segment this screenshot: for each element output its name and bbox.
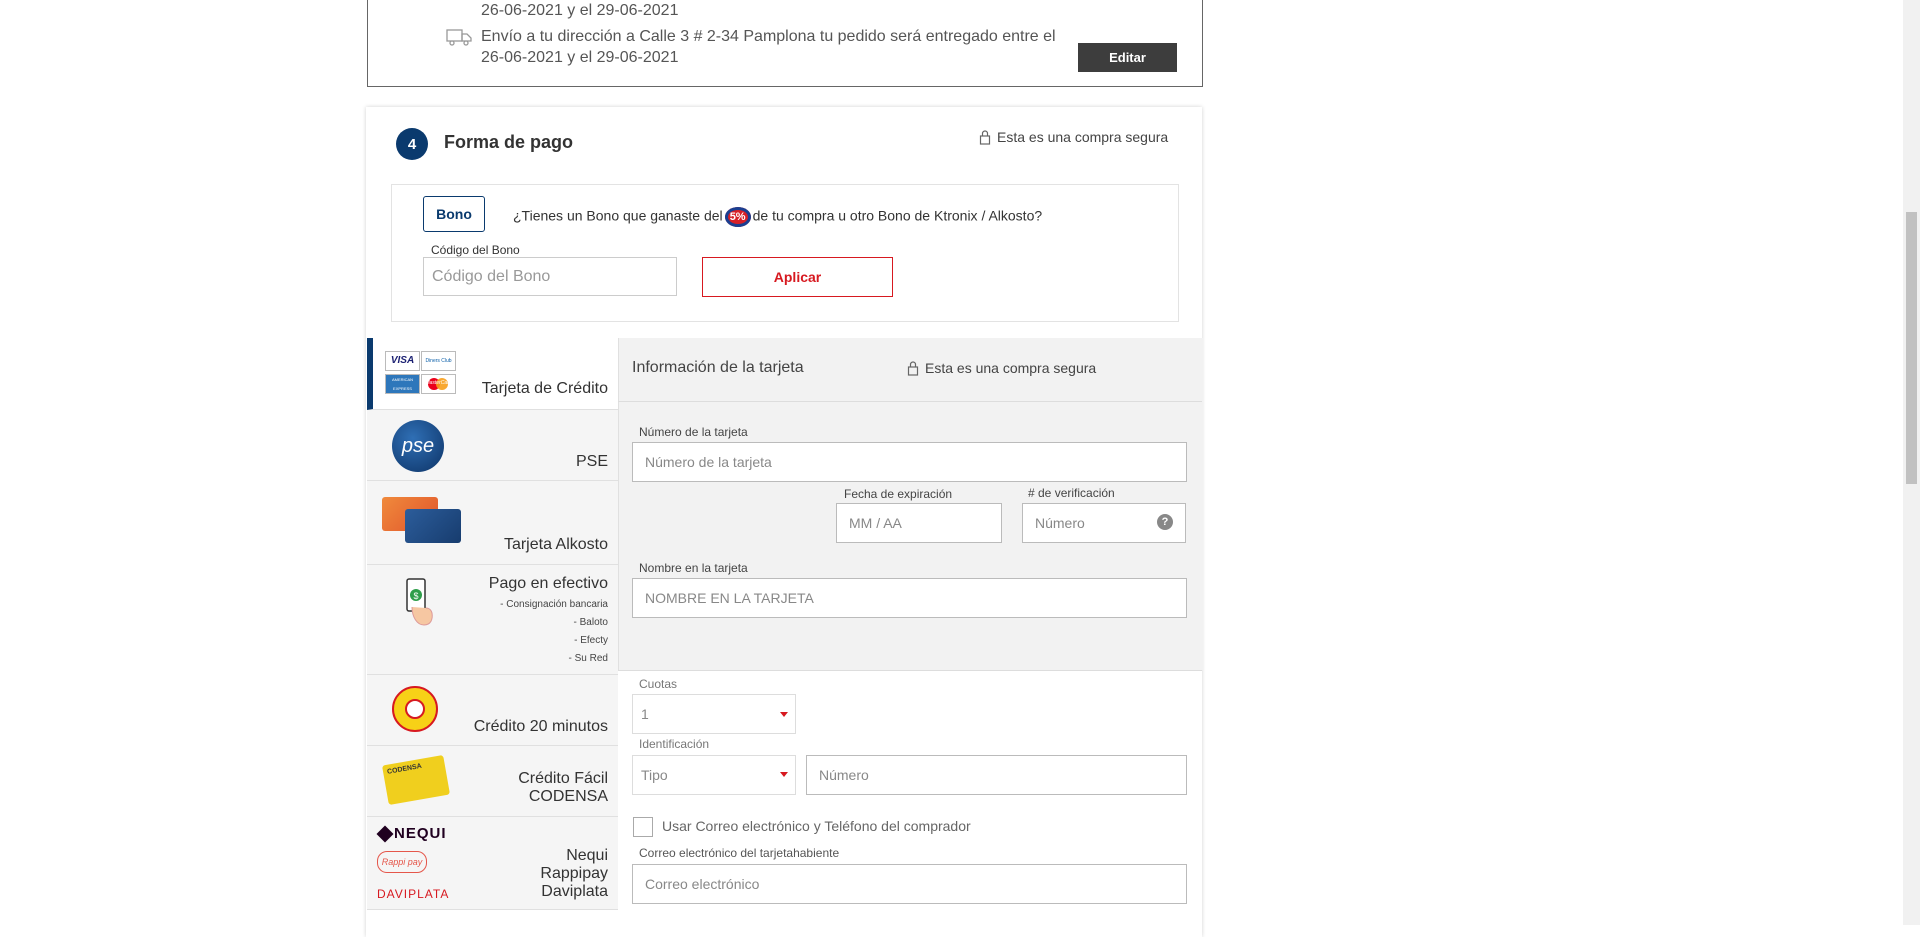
card-info-title: Información de la tarjeta [632,359,804,376]
method-cash-label: Pago en efectivo [488,575,608,592]
rappipay-logo: Rappi pay [377,851,427,873]
card-secure-label: Esta es una compra segura [925,360,1097,376]
chevron-down-icon [780,772,788,777]
cuotas-label: Cuotas [639,677,678,691]
cvv-help-icon[interactable]: ? [1157,514,1173,530]
shipping-date-text: 26-06-2021 y el 29-06-2021 [481,2,679,19]
cash-option-baloto: - Baloto [573,617,608,628]
five-percent-logo: 5% [724,207,751,227]
secure-purchase-label: Esta es una compra segura [997,129,1169,145]
method-cash[interactable]: $ Pago en efectivo - Consignación bancar… [367,565,618,675]
bono-question-a: ¿Tienes un Bono que ganaste del [513,207,723,224]
method-codensa-label-1: Crédito Fácil [518,770,608,787]
expiry-input[interactable] [836,503,1002,543]
card-secure-note: Esta es una compra segura [907,360,1096,376]
method-pse-label: PSE [575,453,608,470]
bono-code-label: Código del Bono [431,243,520,257]
cash-hand-icon: $ [406,578,433,626]
shipping-address-text: Envío a tu dirección a Calle 3 # 2-34 Pa… [481,28,1056,45]
method-credit-card-label: Tarjeta de Crédito [481,380,608,397]
card-number-label: Número de la tarjeta [639,425,748,439]
cash-option-bank: - Consignación bancaria [500,599,608,610]
edit-shipping-button[interactable]: Editar [1078,43,1177,72]
bono-question-b: de tu compra u otro Bono de Ktronix / Al… [752,207,1043,224]
use-buyer-info-checkbox[interactable] [633,817,653,837]
method-credit-card[interactable]: VISA Diners Club AMERICAN EXPRESS Master… [367,338,618,410]
codensa-card-logo: CODENSA [381,754,451,806]
card-name-input[interactable] [632,578,1187,618]
method-nequi-label: Nequi [566,847,608,864]
method-credit-20-min[interactable]: Crédito 20 minutos [367,675,618,746]
step-number-badge: 4 [396,128,428,160]
method-rappipay-label: Rappipay [540,865,608,882]
method-daviplata-label: Daviplata [541,883,608,900]
cuotas-value: 1 [641,706,649,722]
cash-option-efecty: - Efecty [574,635,608,646]
method-codensa[interactable]: CODENSA Crédito Fácil CODENSA [367,746,618,817]
expiry-label: Fecha de expiración [844,487,953,501]
credit-20-min-logo [392,686,438,732]
bono-button[interactable]: Bono [423,196,485,232]
card-name-label: Nombre en la tarjeta [639,561,748,575]
cvv-label: # de verificación [1028,486,1115,500]
nequi-logo: NEQUI [376,825,447,842]
payment-title: Forma de pago [444,132,574,152]
method-pse[interactable]: pse PSE [367,410,618,481]
shipping-date-text-2: 26-06-2021 y el 29-06-2021 [481,49,679,66]
lock-icon [907,361,919,376]
svg-text:$: $ [413,591,418,601]
panel-divider [618,670,1202,671]
bono-code-input[interactable] [423,257,677,296]
bono-question: ¿Tienes un Bono que ganaste del 5% de tu c… [513,207,1042,227]
chevron-down-icon [780,712,788,717]
id-number-input[interactable] [806,755,1187,795]
cash-option-sured: - Su Red [568,653,608,664]
daviplata-logo: DAVIPLATA [377,887,450,901]
id-type-select[interactable]: Tipo [632,755,796,795]
method-wallets[interactable]: NEQUI Rappi pay DAVIPLATA Nequi Rappipay… [367,817,618,910]
cuotas-select[interactable]: 1 [632,694,796,734]
diners-logo: Diners Club [421,351,456,371]
scrollbar-thumb[interactable] [1906,212,1917,484]
email-input[interactable] [632,864,1187,904]
truck-icon [446,29,472,46]
id-label: Identificación [639,737,710,751]
apply-bono-button[interactable]: Aplicar [702,257,893,297]
secure-purchase-note: Esta es una compra segura [979,129,1168,145]
alkosto-card-blue [405,509,461,543]
payment-method-list: VISA Diners Club AMERICAN EXPRESS Master… [367,338,618,910]
pse-logo: pse [392,420,444,472]
id-type-value: Tipo [641,767,668,783]
email-label: Correo electrónico del tarjetahabiente [639,846,840,860]
method-alkosto-card-label: Tarjeta Alkosto [503,536,608,553]
card-number-input[interactable] [632,442,1187,482]
lock-icon [979,130,991,145]
use-buyer-info-label: Usar Correo electrónico y Teléfono del c… [662,818,971,834]
method-alkosto-card[interactable]: Tarjeta Alkosto [367,481,618,565]
method-credit-20-min-label: Crédito 20 minutos [473,718,608,735]
mastercard-logo: MasterCard [421,374,456,394]
method-codensa-label-2: CODENSA [528,788,608,805]
visa-logo: VISA [385,351,420,371]
amex-logo: AMERICAN EXPRESS [385,374,420,394]
